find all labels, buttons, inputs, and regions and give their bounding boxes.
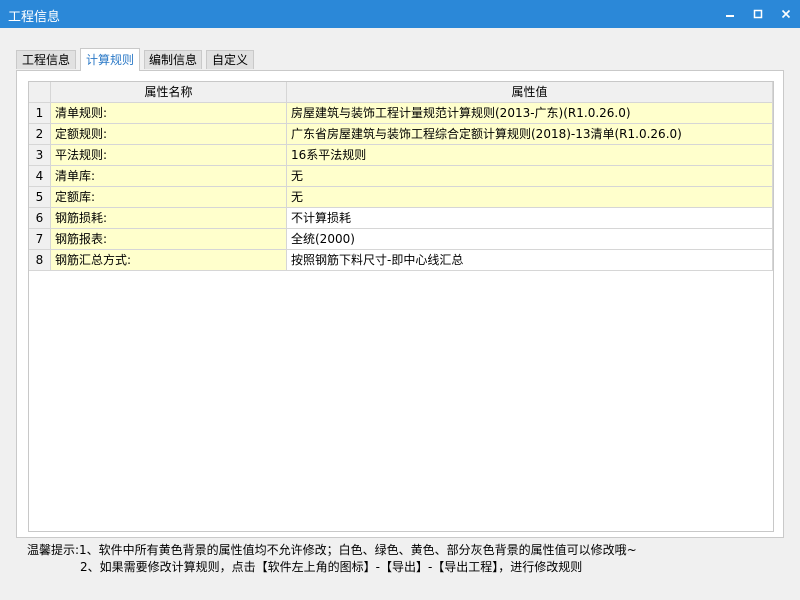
row-number: 4	[29, 166, 51, 187]
table-row[interactable]: 2 定额规则: 广东省房屋建筑与装饰工程综合定额计算规则(2018)-13清单(…	[29, 124, 773, 145]
window-title: 工程信息	[8, 10, 61, 25]
property-name: 定额库:	[51, 187, 287, 208]
property-value[interactable]: 全统(2000)	[287, 229, 773, 250]
property-name: 钢筋报表:	[51, 229, 287, 250]
minimize-button[interactable]	[718, 3, 742, 25]
table-row[interactable]: 6 钢筋损耗: 不计算损耗	[29, 208, 773, 229]
property-value[interactable]: 房屋建筑与装饰工程计量规范计算规则(2013-广东)(R1.0.26.0)	[287, 103, 773, 124]
row-number: 6	[29, 208, 51, 229]
table-row[interactable]: 4 清单库: 无	[29, 166, 773, 187]
column-header-name[interactable]: 属性名称	[51, 82, 287, 103]
title-bar[interactable]: 工程信息	[0, 0, 800, 28]
property-value[interactable]: 无	[287, 187, 773, 208]
table-row[interactable]: 7 钢筋报表: 全统(2000)	[29, 229, 773, 250]
column-header-value[interactable]: 属性值	[287, 82, 773, 103]
tab-project-info[interactable]: 工程信息	[16, 50, 76, 69]
property-value[interactable]: 无	[287, 166, 773, 187]
property-name: 平法规则:	[51, 145, 287, 166]
table-row[interactable]: 1 清单规则: 房屋建筑与装饰工程计量规范计算规则(2013-广东)(R1.0.…	[29, 103, 773, 124]
table-row[interactable]: 3 平法规则: 16系平法规则	[29, 145, 773, 166]
tab-compilation-info[interactable]: 编制信息	[144, 50, 202, 69]
property-value[interactable]: 按照钢筋下料尺寸-即中心线汇总	[287, 250, 773, 271]
property-name: 清单规则:	[51, 103, 287, 124]
property-name: 定额规则:	[51, 124, 287, 145]
tab-calculation-rules[interactable]: 计算规则	[80, 48, 140, 71]
property-name: 清单库:	[51, 166, 287, 187]
table-row[interactable]: 5 定额库: 无	[29, 187, 773, 208]
row-number: 5	[29, 187, 51, 208]
tab-panel: 属性名称 属性值 1 清单规则: 房屋建筑与装饰工程计量规范计算规则(2013-…	[16, 70, 784, 538]
property-value[interactable]: 不计算损耗	[287, 208, 773, 229]
close-button[interactable]	[774, 3, 798, 25]
row-number: 3	[29, 145, 51, 166]
property-name: 钢筋损耗:	[51, 208, 287, 229]
tab-custom[interactable]: 自定义	[206, 50, 254, 69]
minimize-icon	[726, 15, 734, 17]
tip-line-1: 温馨提示:1、软件中所有黄色背景的属性值均不允许修改；白色、绿色、黄色、部分灰色…	[27, 543, 637, 557]
row-number: 1	[29, 103, 51, 124]
close-icon	[781, 9, 791, 19]
property-value[interactable]: 广东省房屋建筑与装饰工程综合定额计算规则(2018)-13清单(R1.0.26.…	[287, 124, 773, 145]
project-info-window: 工程信息 工程信息 计算规则 编制信息 自定义 属性名称 属性值 1 清单规则:…	[0, 0, 800, 600]
tip-line-2: 2、如果需要修改计算规则，点击【软件左上角的图标】-【导出】-【导出工程】，进行…	[80, 560, 583, 574]
maximize-icon	[753, 9, 763, 19]
table-row[interactable]: 8 钢筋汇总方式: 按照钢筋下料尺寸-即中心线汇总	[29, 250, 773, 271]
row-number: 2	[29, 124, 51, 145]
row-number: 8	[29, 250, 51, 271]
row-number: 7	[29, 229, 51, 250]
property-name: 钢筋汇总方式:	[51, 250, 287, 271]
grid-header-row: 属性名称 属性值	[29, 82, 773, 103]
row-number-header	[29, 82, 51, 103]
maximize-button[interactable]	[746, 3, 770, 25]
property-grid: 属性名称 属性值 1 清单规则: 房屋建筑与装饰工程计量规范计算规则(2013-…	[28, 81, 774, 532]
property-value[interactable]: 16系平法规则	[287, 145, 773, 166]
